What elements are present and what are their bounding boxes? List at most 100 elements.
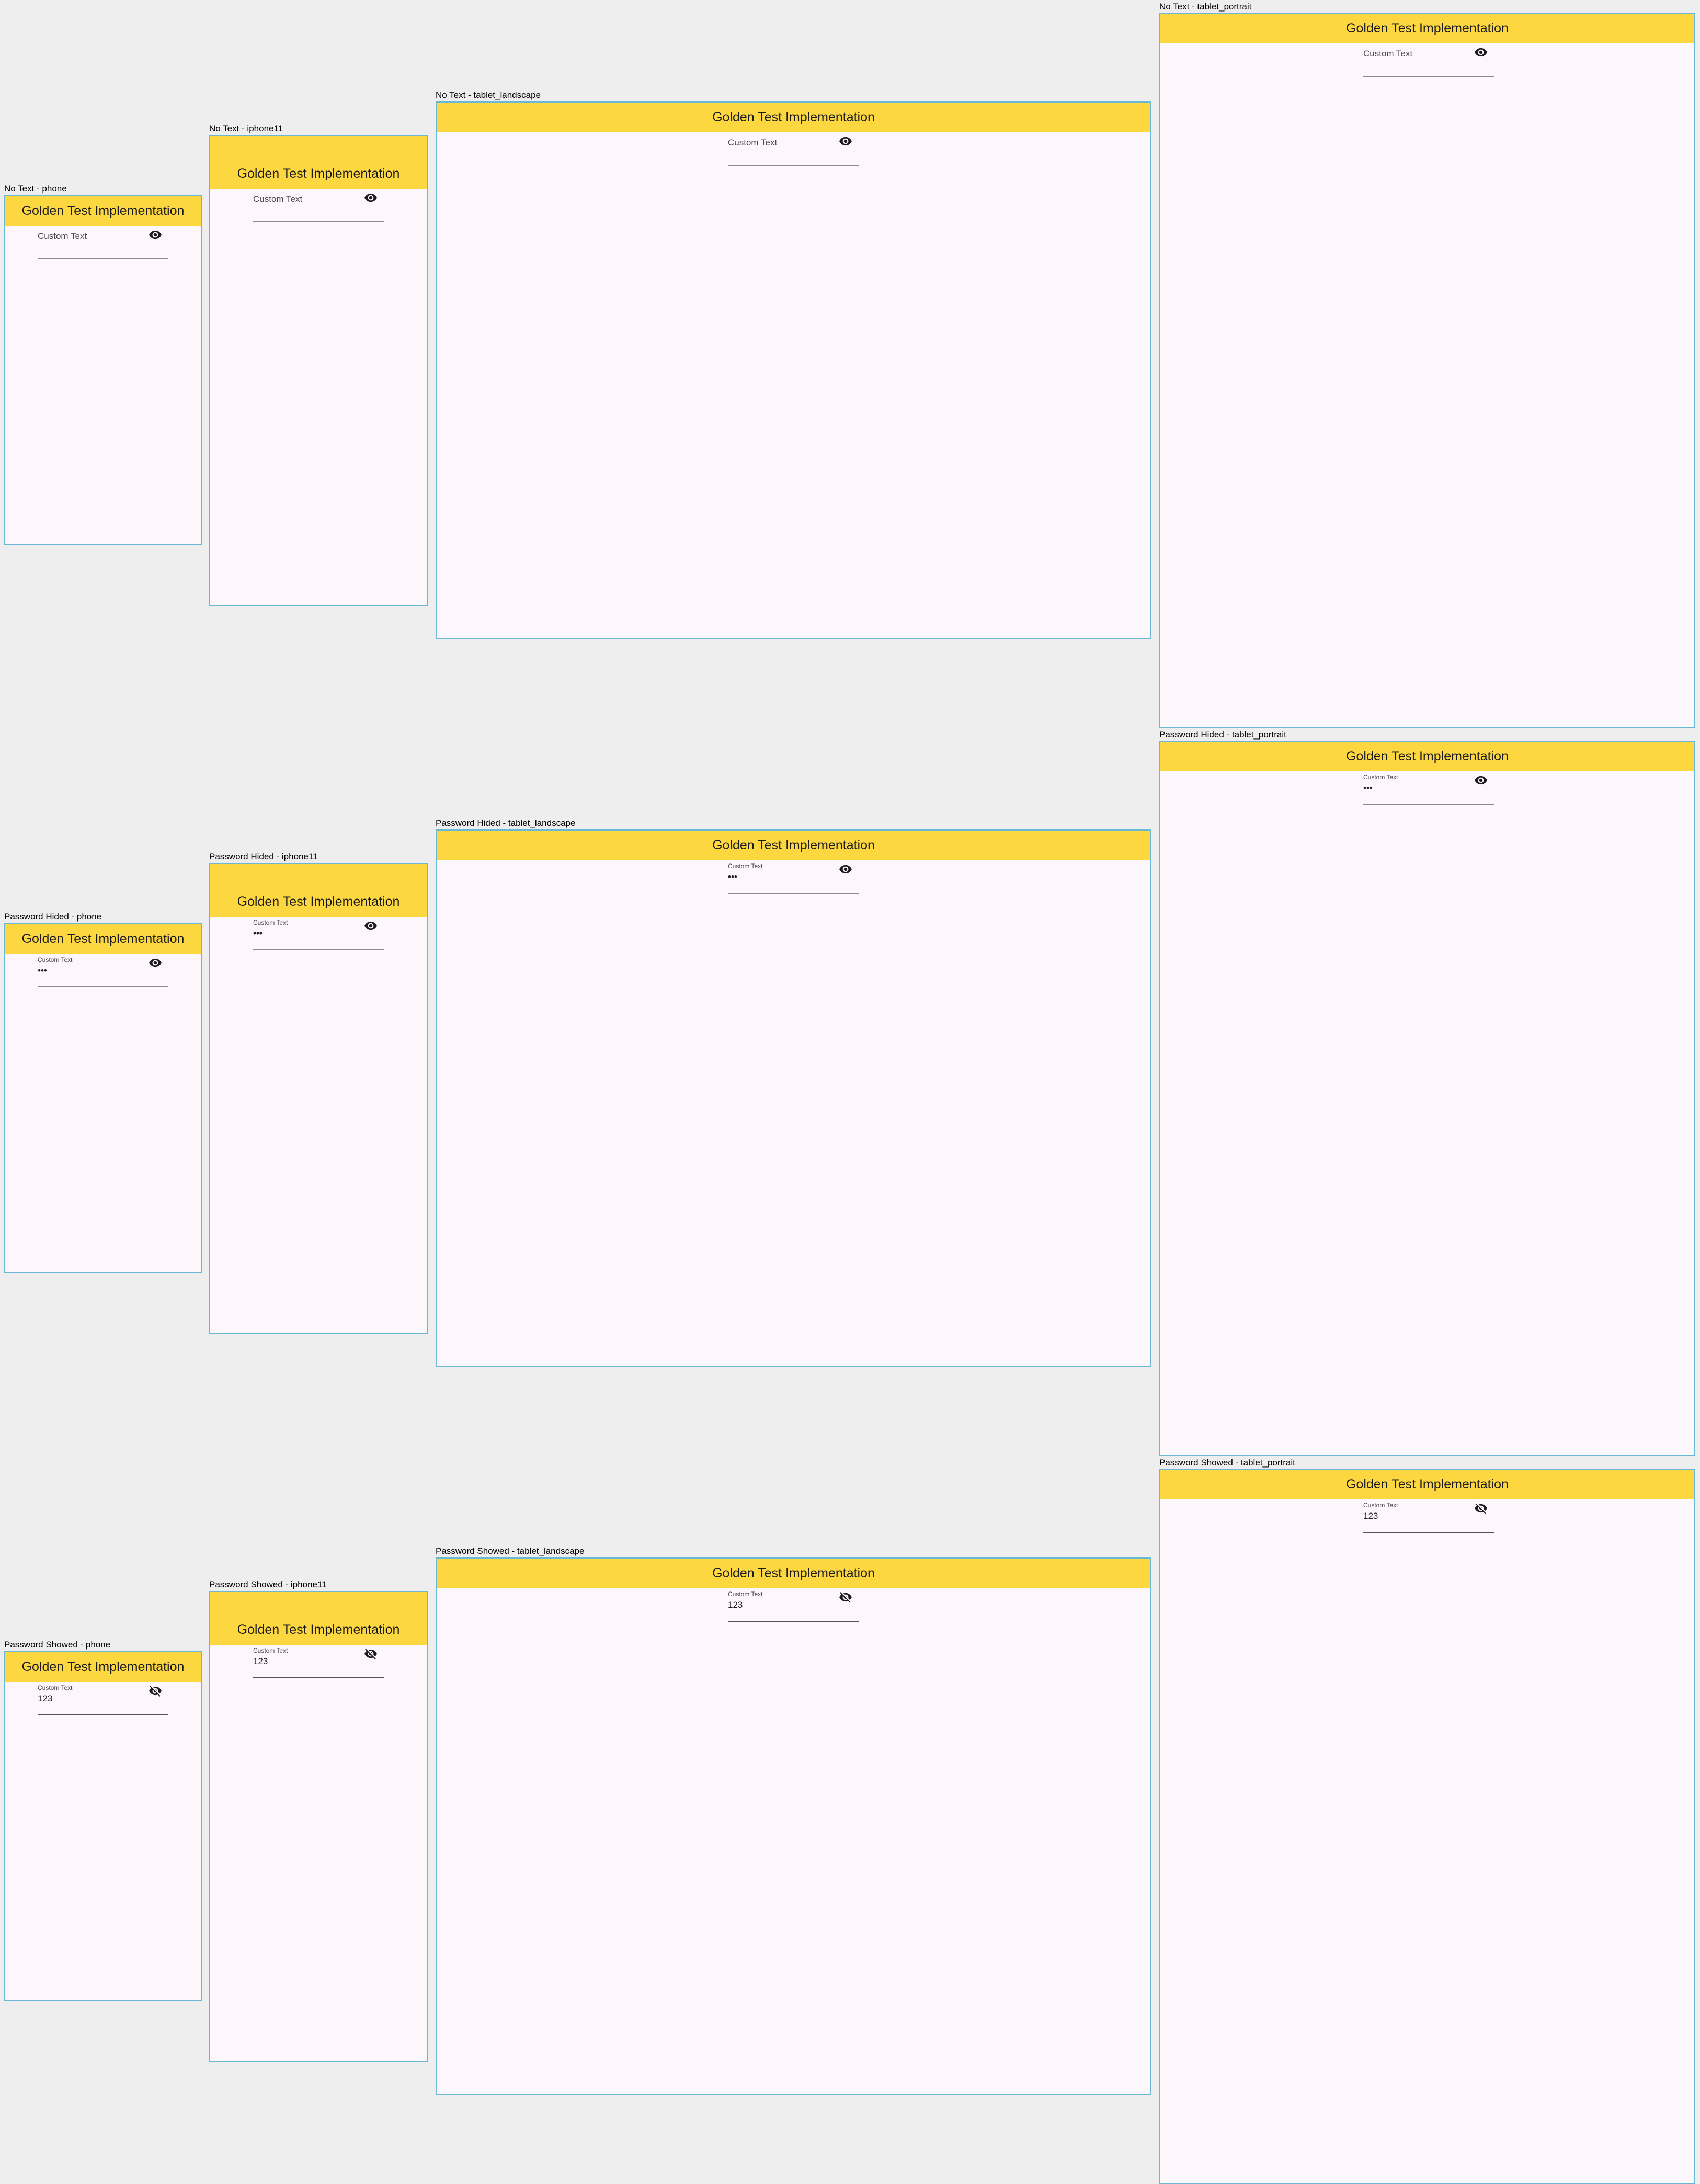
device-label: Password Hided - tablet_landscape (436, 818, 576, 828)
app-bar: Golden Test Implementation (437, 103, 1150, 132)
app-bar-title: Golden Test Implementation (237, 894, 400, 909)
device-screen: Golden Test Implementation Custom Text 123 (4, 1651, 202, 2001)
device-screen: Golden Test Implementation Custom Text (209, 135, 428, 606)
field-value: 123 (38, 1693, 53, 1703)
app-bar-title: Golden Test Implementation (712, 1566, 875, 1580)
device-preview-iphone11: No Text - iphone11 Golden Test Implementa… (209, 122, 428, 606)
eye-icon[interactable] (363, 190, 379, 206)
device-screen: Golden Test Implementation Custom Text (436, 101, 1151, 639)
field-label: Custom Text (38, 1684, 73, 1691)
password-field[interactable]: Custom Text ••• (728, 861, 859, 894)
app-bar-title: Golden Test Implementation (712, 110, 875, 124)
eye-off-icon[interactable] (838, 1589, 853, 1605)
device-screen: Golden Test Implementation Custom Text ••• (436, 829, 1151, 1367)
device-label: No Text - tablet_portrait (1159, 2, 1252, 12)
device-screen: Golden Test Implementation Custom Text (4, 195, 202, 545)
device-label: Password Hided - iphone11 (209, 851, 318, 861)
field-label: Custom Text (253, 194, 303, 204)
app-bar-title: Golden Test Implementation (237, 166, 400, 181)
password-field[interactable]: Custom Text (253, 193, 384, 222)
device-label: Password Hided - phone (4, 912, 102, 922)
app-bar: Golden Test Implementation (1160, 742, 1694, 771)
eye-icon[interactable] (1473, 772, 1489, 788)
device-label: No Text - tablet_landscape (436, 90, 541, 100)
password-field[interactable]: Custom Text ••• (38, 955, 168, 987)
field-label: Custom Text (38, 231, 87, 241)
field-value: ••• (728, 872, 737, 882)
device-preview-tablet_portrait: Password Hided - tablet_portrait Golden T… (1159, 728, 1695, 1456)
device-label: Password Showed - tablet_landscape (436, 1546, 585, 1556)
password-field[interactable]: Custom Text ••• (253, 918, 384, 950)
eye-off-icon[interactable] (1473, 1500, 1489, 1516)
eye-icon[interactable] (838, 133, 853, 149)
field-label: Custom Text (253, 1647, 288, 1654)
app-bar: Golden Test Implementation (5, 196, 201, 226)
device-screen: Golden Test Implementation Custom Text ••• (209, 863, 428, 1334)
device-screen: Golden Test Implementation Custom Text 123 (436, 1557, 1151, 2095)
app-bar: Golden Test Implementation (437, 1559, 1150, 1588)
field-value: ••• (1363, 783, 1373, 793)
password-field[interactable]: Custom Text 123 (253, 1646, 384, 1678)
eye-icon[interactable] (147, 955, 163, 971)
device-label: Password Showed - phone (4, 1640, 111, 1650)
field-label: Custom Text (728, 138, 778, 147)
app-bar-title: Golden Test Implementation (237, 1622, 400, 1637)
password-field[interactable]: Custom Text (1363, 48, 1494, 77)
password-field[interactable]: Custom Text (38, 230, 168, 259)
password-field[interactable]: Custom Text 123 (1363, 1502, 1494, 1533)
password-field[interactable]: Custom Text (728, 136, 859, 166)
app-bar-title: Golden Test Implementation (1346, 21, 1509, 36)
device-screen: Golden Test Implementation Custom Text (1159, 13, 1695, 728)
device-preview-phone: No Text - phone Golden Test Implementatio… (4, 182, 202, 545)
device-label: Password Hided - tablet_portrait (1159, 730, 1286, 740)
eye-off-icon[interactable] (363, 1646, 379, 1662)
field-label: Custom Text (1363, 49, 1413, 59)
app-bar-title: Golden Test Implementation (21, 931, 185, 946)
eye-icon[interactable] (363, 918, 379, 934)
device-screen: Golden Test Implementation Custom Text ••• (1159, 741, 1695, 1456)
app-bar-title: Golden Test Implementation (1346, 1477, 1509, 1492)
app-bar: Golden Test Implementation (1160, 1470, 1694, 1499)
device-preview-iphone11: Password Hided - iphone11 Golden Test Imp… (209, 850, 428, 1334)
app-bar: Golden Test Implementation (5, 924, 201, 954)
app-bar: Golden Test Implementation (437, 831, 1150, 860)
device-label: Password Showed - tablet_portrait (1159, 1458, 1295, 1468)
device-preview-phone: Password Showed - phone Golden Test Imple… (4, 1638, 202, 2001)
eye-icon[interactable] (1473, 44, 1489, 60)
field-label: Custom Text (728, 1590, 763, 1598)
field-value: 123 (728, 1600, 743, 1610)
app-bar-title: Golden Test Implementation (21, 1659, 185, 1674)
eye-icon[interactable] (838, 861, 853, 877)
password-field[interactable]: Custom Text 123 (728, 1589, 859, 1622)
app-bar-title: Golden Test Implementation (21, 203, 185, 218)
field-value: ••• (38, 965, 47, 975)
field-value: 123 (1363, 1511, 1378, 1521)
field-value: ••• (253, 928, 263, 938)
device-label: No Text - phone (4, 184, 67, 194)
field-label: Custom Text (728, 862, 763, 870)
device-preview-tablet_portrait: No Text - tablet_portrait Golden Test Imp… (1159, 0, 1695, 728)
device-screen: Golden Test Implementation Custom Text 123 (209, 1591, 428, 2062)
field-label: Custom Text (1363, 1502, 1398, 1509)
field-label: Custom Text (1363, 774, 1398, 781)
device-preview-tablet_landscape: Password Showed - tablet_landscape Golden… (436, 1544, 1151, 2095)
device-label: No Text - iphone11 (209, 123, 283, 133)
app-bar-title: Golden Test Implementation (712, 838, 875, 852)
app-bar: Golden Test Implementation (5, 1652, 201, 1682)
password-field[interactable]: Custom Text 123 (38, 1683, 168, 1715)
device-preview-tablet_portrait: Password Showed - tablet_portrait Golden … (1159, 1456, 1695, 2184)
app-bar: Golden Test Implementation (210, 864, 427, 917)
device-label: Password Showed - iphone11 (209, 1579, 327, 1589)
app-bar: Golden Test Implementation (210, 136, 427, 189)
password-field[interactable]: Custom Text ••• (1363, 774, 1494, 805)
app-bar: Golden Test Implementation (210, 1592, 427, 1645)
app-bar-title: Golden Test Implementation (1346, 749, 1509, 764)
device-preview-tablet_landscape: No Text - tablet_landscape Golden Test Im… (436, 88, 1151, 639)
eye-icon[interactable] (147, 227, 163, 243)
app-bar: Golden Test Implementation (1160, 14, 1694, 43)
device-screen: Golden Test Implementation Custom Text ••• (4, 923, 202, 1273)
eye-off-icon[interactable] (147, 1683, 163, 1699)
device-preview-tablet_landscape: Password Hided - tablet_landscape Golden … (436, 816, 1151, 1367)
field-label: Custom Text (253, 919, 288, 926)
field-label: Custom Text (38, 956, 73, 963)
